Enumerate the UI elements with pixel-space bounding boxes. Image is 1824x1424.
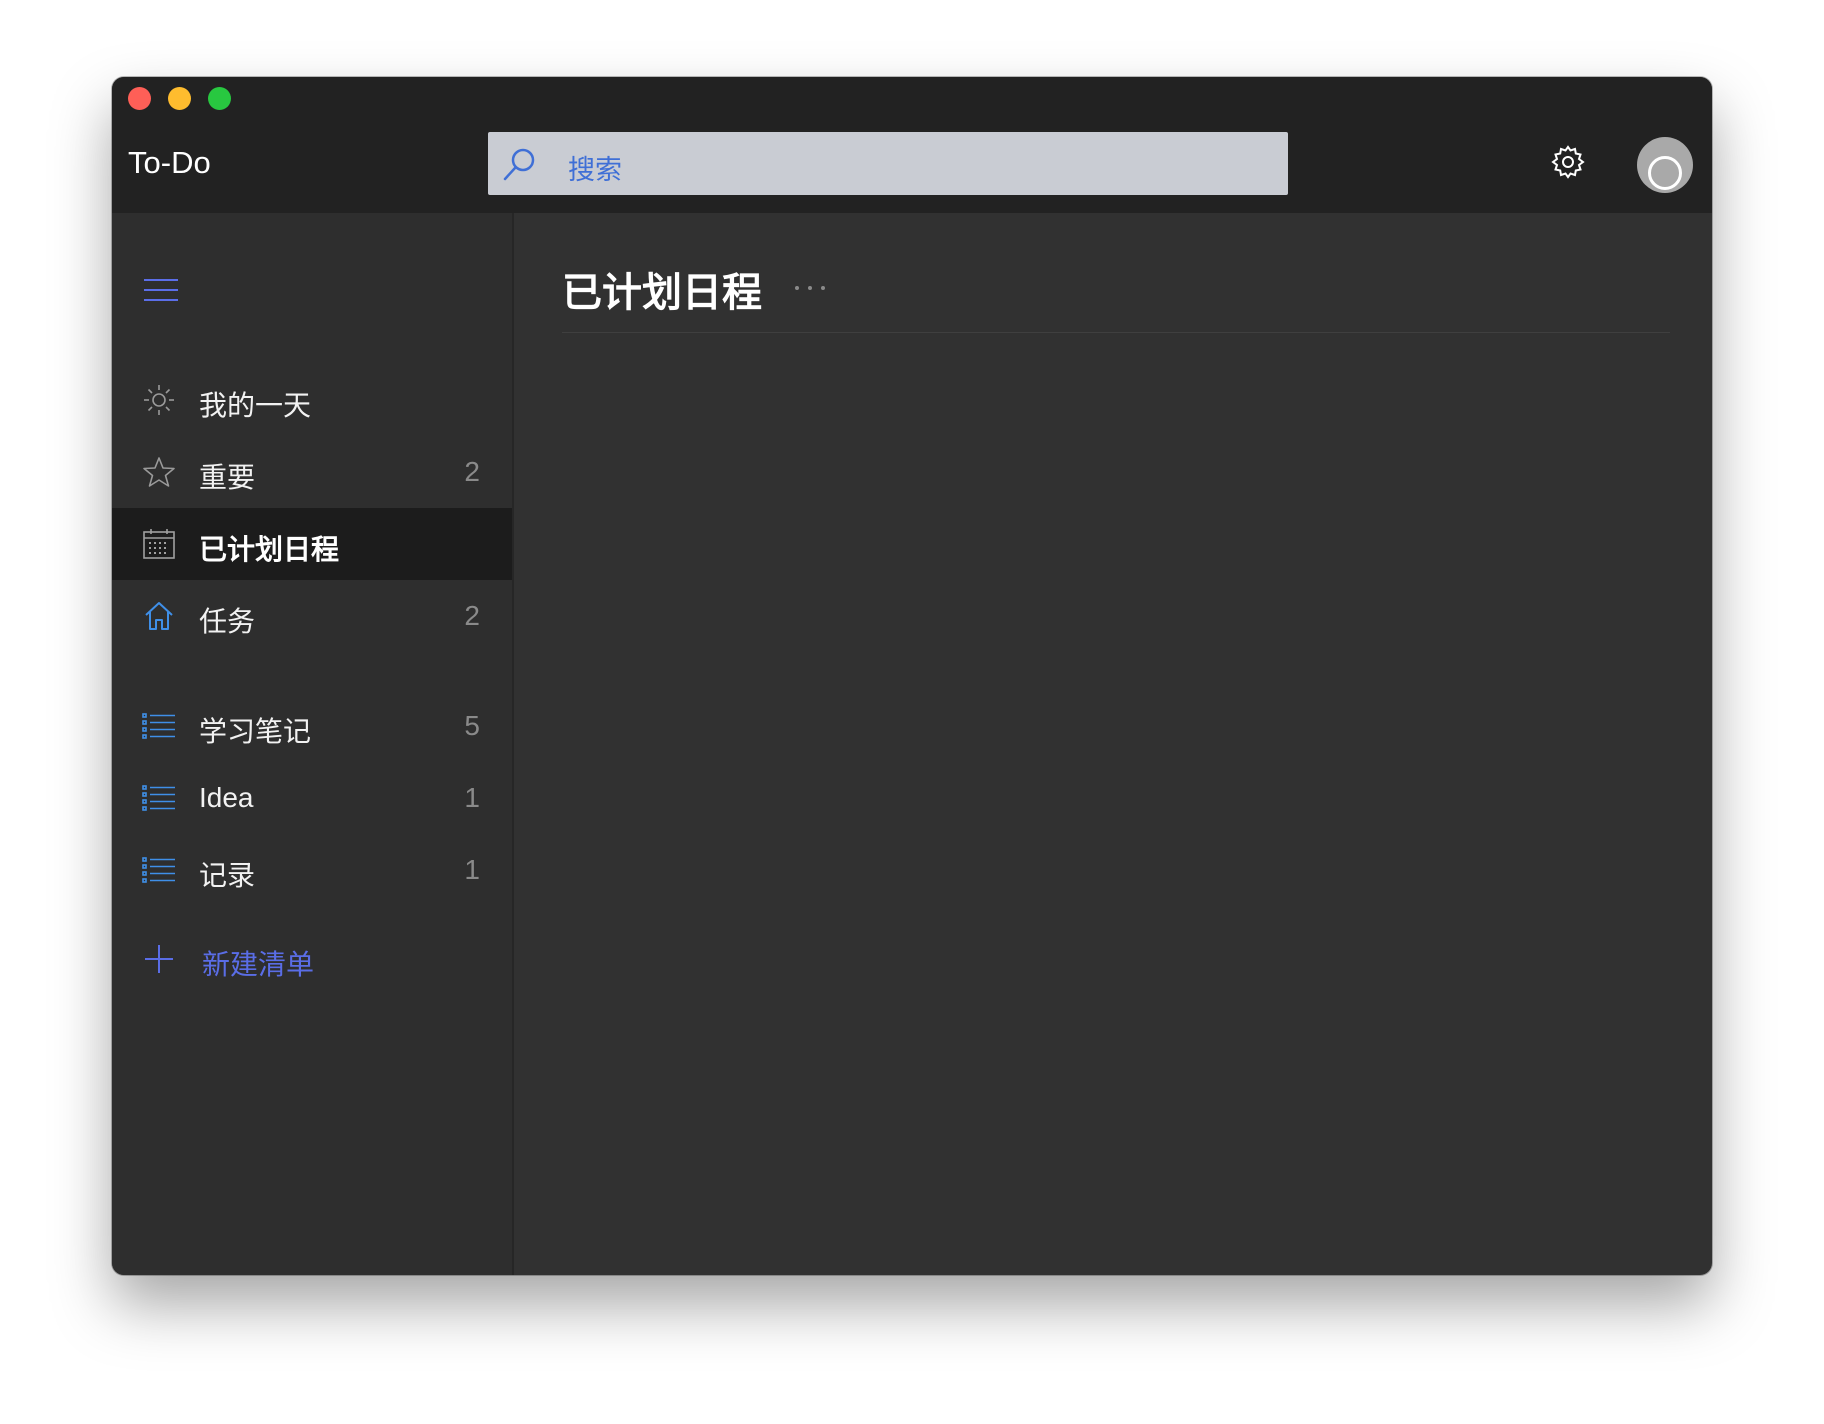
sidebar-list-idea[interactable]: Idea 1 <box>112 762 512 834</box>
list-icon <box>142 713 175 739</box>
more-options-icon[interactable] <box>793 283 827 293</box>
gear-icon[interactable] <box>1550 144 1586 180</box>
sidebar-item-count: 2 <box>464 600 480 631</box>
sidebar-item-tasks[interactable]: 任务 2 <box>112 580 512 652</box>
sidebar-item-count: 1 <box>464 782 480 813</box>
plus-icon <box>145 945 173 973</box>
sidebar-item-important[interactable]: 重要 2 <box>112 436 512 508</box>
sidebar-item-planned[interactable]: 已计划日程 <box>112 508 512 580</box>
sidebar-item-label: 任务 <box>199 605 256 638</box>
new-list-button[interactable]: 新建清单 <box>112 923 512 995</box>
list-icon <box>142 785 175 811</box>
sidebar-list-records[interactable]: 记录 1 <box>112 834 512 906</box>
page-title: 已计划日程 <box>562 270 762 316</box>
sidebar-item-label: 学习笔记 <box>199 715 312 748</box>
app-title: To-Do <box>128 145 211 180</box>
avatar-person-icon <box>1648 156 1682 190</box>
home-icon <box>145 602 173 630</box>
search-input[interactable]: 搜索 <box>568 148 622 187</box>
sidebar-item-label: 我的一天 <box>199 389 312 422</box>
list-icon <box>142 857 175 883</box>
search-icon <box>503 148 535 181</box>
sidebar-item-label: 已计划日程 <box>199 533 340 566</box>
close-window-button[interactable] <box>128 87 151 110</box>
sidebar-item-count: 5 <box>464 710 480 741</box>
sidebar-item-label: 重要 <box>199 461 256 494</box>
sidebar-item-label: 记录 <box>199 859 256 892</box>
sidebar-item-count: 1 <box>464 854 480 885</box>
minimize-window-button[interactable] <box>168 87 191 110</box>
star-icon <box>143 457 175 487</box>
sidebar-item-label: Idea <box>199 782 254 813</box>
sidebar-list-study-notes[interactable]: 学习笔记 5 <box>112 690 512 762</box>
sun-icon <box>144 385 174 415</box>
title-divider <box>562 332 1670 333</box>
hamburger-menu-icon[interactable] <box>144 279 178 301</box>
calendar-icon <box>143 529 175 559</box>
new-list-label: 新建清单 <box>202 948 315 981</box>
sidebar-item-my-day[interactable]: 我的一天 <box>112 364 512 436</box>
avatar[interactable] <box>1637 137 1693 193</box>
sidebar-item-count: 2 <box>464 456 480 487</box>
app-window: To-Do 搜索 我的一天 重要 2 已计划日程 任务 2 学习笔记 5 Ide… <box>112 77 1712 1275</box>
zoom-window-button[interactable] <box>208 87 231 110</box>
sidebar: 我的一天 重要 2 已计划日程 任务 2 学习笔记 5 Idea 1 记录 1 … <box>112 213 514 1275</box>
search-box[interactable]: 搜索 <box>488 132 1288 195</box>
titlebar: To-Do 搜索 <box>112 77 1712 213</box>
